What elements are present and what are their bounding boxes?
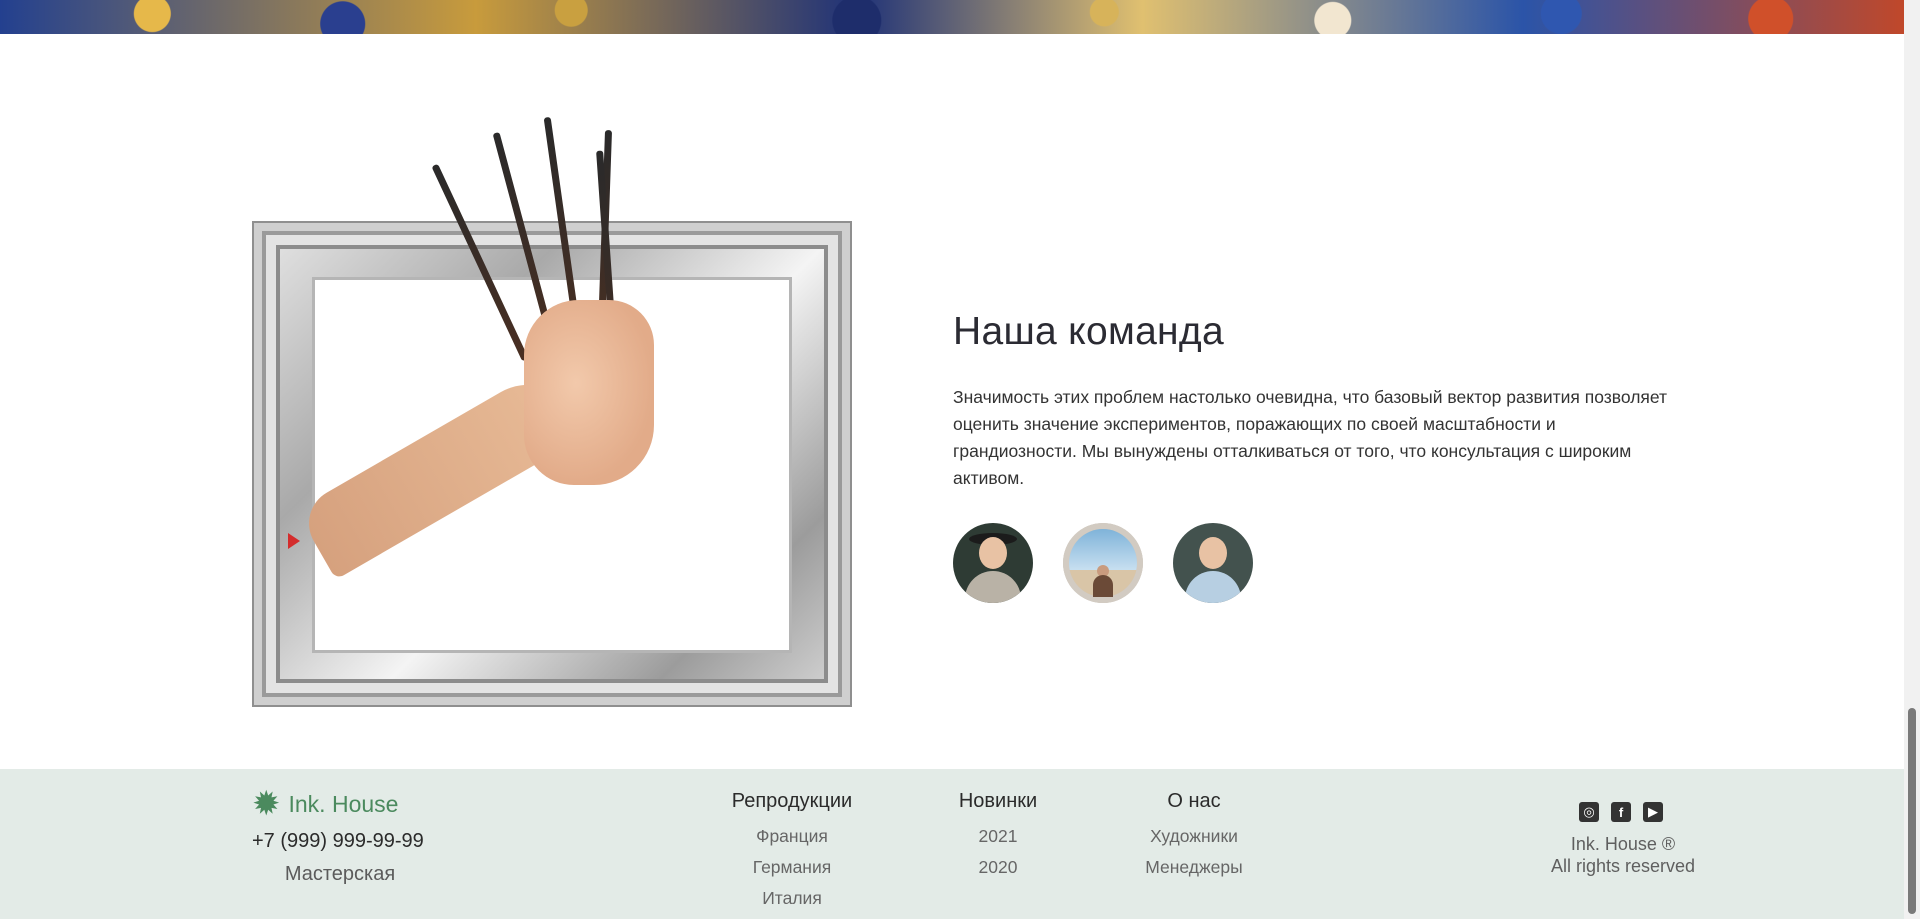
- scrollbar-thumb[interactable]: [1908, 708, 1916, 914]
- phone-link[interactable]: +7 (999) 999-99-99: [252, 830, 424, 853]
- avatar-head: [1199, 537, 1227, 569]
- facebook-icon[interactable]: f: [1611, 802, 1631, 822]
- footer-column-new: Новинки 2021 2020: [956, 790, 1040, 883]
- frame-with-brushes-illustration: [252, 110, 854, 710]
- team-description: Значимость этих проблем настолько очевид…: [953, 387, 1668, 488]
- footer-column-reproductions: Репродукции Франция Германия Италия: [727, 790, 857, 914]
- team-title: Наша команда: [953, 310, 1224, 353]
- site-footer: ✹ Ink. House +7 (999) 999-99-99 Мастерск…: [0, 769, 1904, 919]
- social-links: ◎ f ▶: [1579, 802, 1663, 822]
- footer-column-about: О нас Художники Менеджеры: [1139, 790, 1249, 883]
- instagram-icon[interactable]: ◎: [1579, 802, 1599, 822]
- footer-link-france[interactable]: Франция: [727, 821, 857, 852]
- copyright: Ink. House ® All rights reserved: [1520, 833, 1726, 877]
- team-member-avatar[interactable]: [1063, 523, 1143, 603]
- logo-text: Ink. House: [288, 790, 399, 817]
- column-heading: Репродукции: [731, 790, 853, 812]
- workshop-link[interactable]: Мастерская: [252, 863, 428, 886]
- team-member-avatar[interactable]: [1173, 523, 1253, 603]
- youtube-icon[interactable]: ▶: [1643, 802, 1663, 822]
- footer-link-italy[interactable]: Италия: [727, 883, 857, 914]
- hand: [524, 300, 654, 485]
- column-heading: О нас: [1167, 790, 1221, 812]
- avatar-head: [979, 537, 1007, 569]
- team-section: Наша команда Значимость этих проблем нас…: [953, 310, 1673, 603]
- footer-link-2021[interactable]: 2021: [956, 821, 1040, 852]
- copyright-line: All rights reserved: [1550, 856, 1696, 876]
- column-heading: Новинки: [958, 790, 1038, 812]
- avatar-body: [965, 571, 1021, 603]
- footer-link-2020[interactable]: 2020: [956, 852, 1040, 883]
- footer-link-artists[interactable]: Художники: [1139, 821, 1249, 852]
- team-avatars: [953, 523, 1673, 603]
- copyright-line: Ink. House ®: [1570, 834, 1676, 854]
- team-member-avatar[interactable]: [953, 523, 1033, 603]
- painting-banner: [0, 0, 1904, 34]
- footer-link-managers[interactable]: Менеджеры: [1139, 852, 1249, 883]
- footer-link-germany[interactable]: Германия: [727, 852, 857, 883]
- avatar-body: [1093, 575, 1113, 597]
- avatar-body: [1185, 571, 1241, 603]
- starburst-icon: ✹: [252, 785, 281, 823]
- vertical-scrollbar[interactable]: [1904, 0, 1920, 919]
- play-marker-icon: [288, 533, 300, 549]
- footer-logo[interactable]: ✹ Ink. House: [252, 787, 398, 821]
